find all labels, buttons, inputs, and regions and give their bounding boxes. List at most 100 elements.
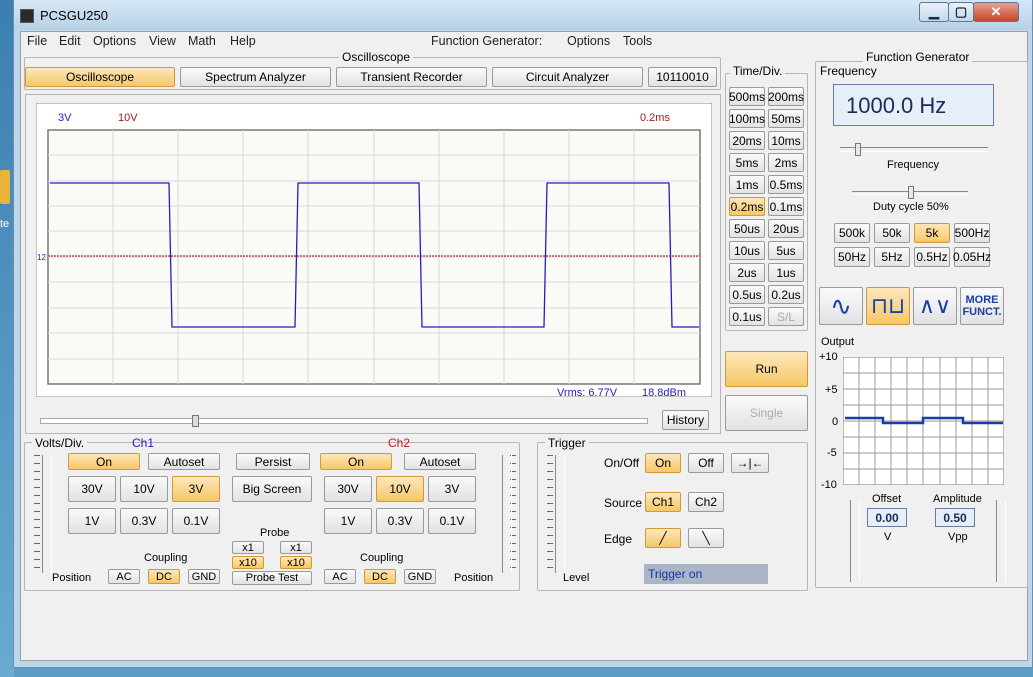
persist-button[interactable]: Persist bbox=[236, 453, 310, 470]
timediv-button-16[interactable]: 2us bbox=[729, 263, 765, 282]
fg-range-3[interactable]: 500Hz bbox=[954, 223, 990, 243]
ch2-volts-5[interactable]: 0.1V bbox=[428, 508, 476, 534]
ch1-position-slider[interactable] bbox=[42, 455, 52, 573]
timediv-button-12[interactable]: 50us bbox=[729, 219, 765, 238]
ch2-coupling-ac[interactable]: AC bbox=[324, 569, 356, 584]
timediv-button-7[interactable]: 2ms bbox=[768, 153, 804, 172]
timediv-button-21[interactable]: S/L bbox=[768, 307, 804, 326]
timediv-button-2[interactable]: 100ms bbox=[729, 109, 765, 128]
menu-file[interactable]: File bbox=[27, 34, 47, 48]
fg-range-0[interactable]: 500k bbox=[834, 223, 870, 243]
ch1-probe-x10[interactable]: x10 bbox=[232, 556, 264, 569]
menu-edit[interactable]: Edit bbox=[59, 34, 81, 48]
ch2-volts-1[interactable]: 10V bbox=[376, 476, 424, 502]
frequency-slider-thumb[interactable] bbox=[855, 143, 861, 156]
duty-cycle-thumb[interactable] bbox=[908, 186, 914, 199]
timediv-button-4[interactable]: 20ms bbox=[729, 131, 765, 150]
timediv-button-20[interactable]: 0.1us bbox=[729, 307, 765, 326]
more-functions-button[interactable]: MORE FUNCT. bbox=[960, 287, 1004, 325]
menu-options[interactable]: Options bbox=[93, 34, 136, 48]
menu-math[interactable]: Math bbox=[188, 34, 216, 48]
falling-edge-icon[interactable]: ╲ bbox=[688, 528, 724, 548]
menu-view[interactable]: View bbox=[149, 34, 176, 48]
ch2-probe-x10[interactable]: x10 bbox=[280, 556, 312, 569]
ch2-position-slider[interactable] bbox=[502, 455, 512, 573]
single-button[interactable]: Single bbox=[725, 395, 808, 431]
maximize-icon[interactable]: ▢ bbox=[948, 2, 974, 22]
timediv-button-9[interactable]: 0.5ms bbox=[768, 175, 804, 194]
ch1-probe-x1[interactable]: x1 bbox=[232, 541, 264, 554]
ch2-volts-4[interactable]: 0.3V bbox=[376, 508, 424, 534]
tab-spectrum-analyzer[interactable]: Spectrum Analyzer bbox=[180, 67, 331, 87]
ch1-volts-0[interactable]: 30V bbox=[68, 476, 116, 502]
history-slider[interactable] bbox=[40, 418, 648, 424]
timediv-button-14[interactable]: 10us bbox=[729, 241, 765, 260]
timediv-button-3[interactable]: 50ms bbox=[768, 109, 804, 128]
offset-slider[interactable] bbox=[850, 500, 860, 582]
offset-value[interactable]: 0.00 bbox=[867, 508, 907, 527]
fg-menu-tools[interactable]: Tools bbox=[623, 34, 652, 48]
ch1-volts-1[interactable]: 10V bbox=[120, 476, 168, 502]
timediv-button-18[interactable]: 0.5us bbox=[729, 285, 765, 304]
timediv-button-5[interactable]: 10ms bbox=[768, 131, 804, 150]
frequency-slider[interactable] bbox=[840, 147, 988, 152]
timediv-button-0[interactable]: 500ms bbox=[729, 87, 765, 106]
trigger-level-slider[interactable] bbox=[555, 455, 565, 573]
ch1-coupling-gnd[interactable]: GND bbox=[188, 569, 220, 584]
menu-help[interactable]: Help bbox=[230, 34, 256, 48]
trigger-center-icon[interactable]: →|← bbox=[731, 453, 769, 473]
square-wave-icon[interactable]: ⊓⊔ bbox=[866, 287, 910, 325]
history-slider-thumb[interactable] bbox=[192, 415, 199, 427]
ch1-autoset-button[interactable]: Autoset bbox=[148, 453, 220, 470]
fg-range-2[interactable]: 5k bbox=[914, 223, 950, 243]
minimize-icon[interactable]: ▁ bbox=[919, 2, 949, 22]
history-button[interactable]: History bbox=[662, 410, 709, 430]
triangle-wave-icon[interactable]: ∧∨ bbox=[913, 287, 957, 325]
ch2-volts-3[interactable]: 1V bbox=[324, 508, 372, 534]
ch1-volts-2[interactable]: 3V bbox=[172, 476, 220, 502]
amplitude-slider[interactable] bbox=[996, 500, 1006, 582]
ch2-coupling-gnd[interactable]: GND bbox=[404, 569, 436, 584]
fg-menu-options[interactable]: Options bbox=[567, 34, 610, 48]
fg-range-7[interactable]: 0.05Hz bbox=[953, 247, 991, 267]
ch1-volts-5[interactable]: 0.1V bbox=[172, 508, 220, 534]
trigger-on-button[interactable]: On bbox=[645, 453, 681, 473]
ch2-probe-x1[interactable]: x1 bbox=[280, 541, 312, 554]
tab-circuit-analyzer[interactable]: Circuit Analyzer bbox=[492, 67, 643, 87]
timediv-button-10[interactable]: 0.2ms bbox=[729, 197, 765, 216]
amplitude-value[interactable]: 0.50 bbox=[935, 508, 975, 527]
timediv-button-1[interactable]: 200ms bbox=[768, 87, 804, 106]
timediv-button-11[interactable]: 0.1ms bbox=[768, 197, 804, 216]
sine-wave-icon[interactable]: ∿ bbox=[819, 287, 863, 325]
ch2-on-button[interactable]: On bbox=[320, 453, 392, 470]
timediv-button-6[interactable]: 5ms bbox=[729, 153, 765, 172]
rising-edge-icon[interactable]: ╱ bbox=[645, 528, 681, 548]
ch1-volts-4[interactable]: 0.3V bbox=[120, 508, 168, 534]
desktop-shortcut-icon[interactable] bbox=[0, 170, 10, 204]
ch1-coupling-dc[interactable]: DC bbox=[148, 569, 180, 584]
tab-oscilloscope[interactable]: Oscilloscope bbox=[25, 67, 175, 87]
fg-range-1[interactable]: 50k bbox=[874, 223, 910, 243]
trigger-source-ch2[interactable]: Ch2 bbox=[688, 492, 724, 512]
timediv-button-15[interactable]: 5us bbox=[768, 241, 804, 260]
fg-range-4[interactable]: 50Hz bbox=[834, 247, 870, 267]
ch2-autoset-button[interactable]: Autoset bbox=[404, 453, 476, 470]
ch2-volts-2[interactable]: 3V bbox=[428, 476, 476, 502]
timediv-button-19[interactable]: 0.2us bbox=[768, 285, 804, 304]
tab-logic[interactable]: 10110010 bbox=[648, 67, 717, 87]
big-screen-button[interactable]: Big Screen bbox=[232, 476, 312, 502]
timediv-button-8[interactable]: 1ms bbox=[729, 175, 765, 194]
run-button[interactable]: Run bbox=[725, 351, 808, 387]
tab-transient-recorder[interactable]: Transient Recorder bbox=[336, 67, 487, 87]
ch1-coupling-ac[interactable]: AC bbox=[108, 569, 140, 584]
timediv-button-13[interactable]: 20us bbox=[768, 219, 804, 238]
ch1-volts-3[interactable]: 1V bbox=[68, 508, 116, 534]
fg-range-6[interactable]: 0.5Hz bbox=[914, 247, 950, 267]
ch1-on-button[interactable]: On bbox=[68, 453, 140, 470]
fg-range-5[interactable]: 5Hz bbox=[874, 247, 910, 267]
ch2-coupling-dc[interactable]: DC bbox=[364, 569, 396, 584]
close-icon[interactable]: ✕ bbox=[973, 2, 1019, 22]
timediv-button-17[interactable]: 1us bbox=[768, 263, 804, 282]
ch2-volts-0[interactable]: 30V bbox=[324, 476, 372, 502]
probe-test-button[interactable]: Probe Test bbox=[232, 571, 312, 585]
